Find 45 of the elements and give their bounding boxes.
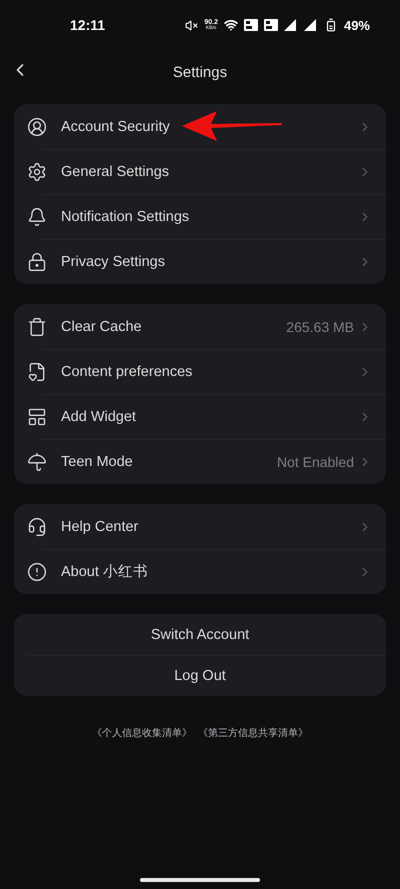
document-heart-icon <box>27 362 47 382</box>
settings-item[interactable]: About 小红书 <box>14 549 386 594</box>
item-value: 265.63 MB <box>286 318 354 334</box>
alert-circle-icon <box>27 562 47 582</box>
settings-item[interactable]: Clear Cache 265.63 MB <box>14 304 386 349</box>
wifi-icon <box>224 18 238 32</box>
item-value: Not Enabled <box>276 454 354 470</box>
settings-item[interactable]: Help Center <box>14 504 386 549</box>
settings-item[interactable]: Notification Settings <box>14 194 386 239</box>
policy-link[interactable]: 《个人信息收集清单》 <box>92 726 192 740</box>
signal-icon <box>284 19 298 31</box>
mute-icon <box>185 18 198 32</box>
gear-icon <box>27 162 47 182</box>
settings-item[interactable]: Privacy Settings <box>14 239 386 284</box>
trash-icon <box>27 316 47 336</box>
battery-level: 49% <box>344 18 370 32</box>
layout-icon <box>27 406 47 426</box>
sim-icon <box>244 19 258 31</box>
bell-icon <box>27 206 47 226</box>
item-label: Add Widget <box>61 408 136 424</box>
lock-icon <box>27 252 47 272</box>
settings-item[interactable]: Teen Mode Not Enabled <box>14 439 386 484</box>
settings-item[interactable]: Account Security <box>14 104 386 149</box>
item-label: Help Center <box>61 518 138 534</box>
sim-icon <box>264 19 278 31</box>
policy-link[interactable]: 《第三方信息共享清单》 <box>198 726 308 740</box>
signal-icon <box>304 19 318 31</box>
settings-item[interactable]: General Settings <box>14 149 386 194</box>
item-label: Clear Cache <box>61 318 142 334</box>
item-label: General Settings <box>61 164 170 180</box>
item-label: About 小红书 <box>61 563 148 581</box>
item-label: Content preferences <box>61 364 192 380</box>
settings-item[interactable]: Content preferences <box>14 349 386 394</box>
item-label: Notification Settings <box>61 208 190 224</box>
item-label: Teen Mode <box>61 454 133 470</box>
page-title: Settings <box>172 64 228 80</box>
headset-icon <box>27 516 47 536</box>
item-label: Account Security <box>61 118 170 134</box>
account-action-button[interactable]: Switch Account <box>14 614 386 655</box>
status-time: 12:11 <box>70 17 106 33</box>
user-circle-icon <box>27 116 47 136</box>
settings-item[interactable]: Add Widget <box>14 394 386 439</box>
umbrella-icon <box>27 452 47 472</box>
account-action-button[interactable]: Log Out <box>14 655 386 696</box>
item-label: Privacy Settings <box>61 254 165 270</box>
